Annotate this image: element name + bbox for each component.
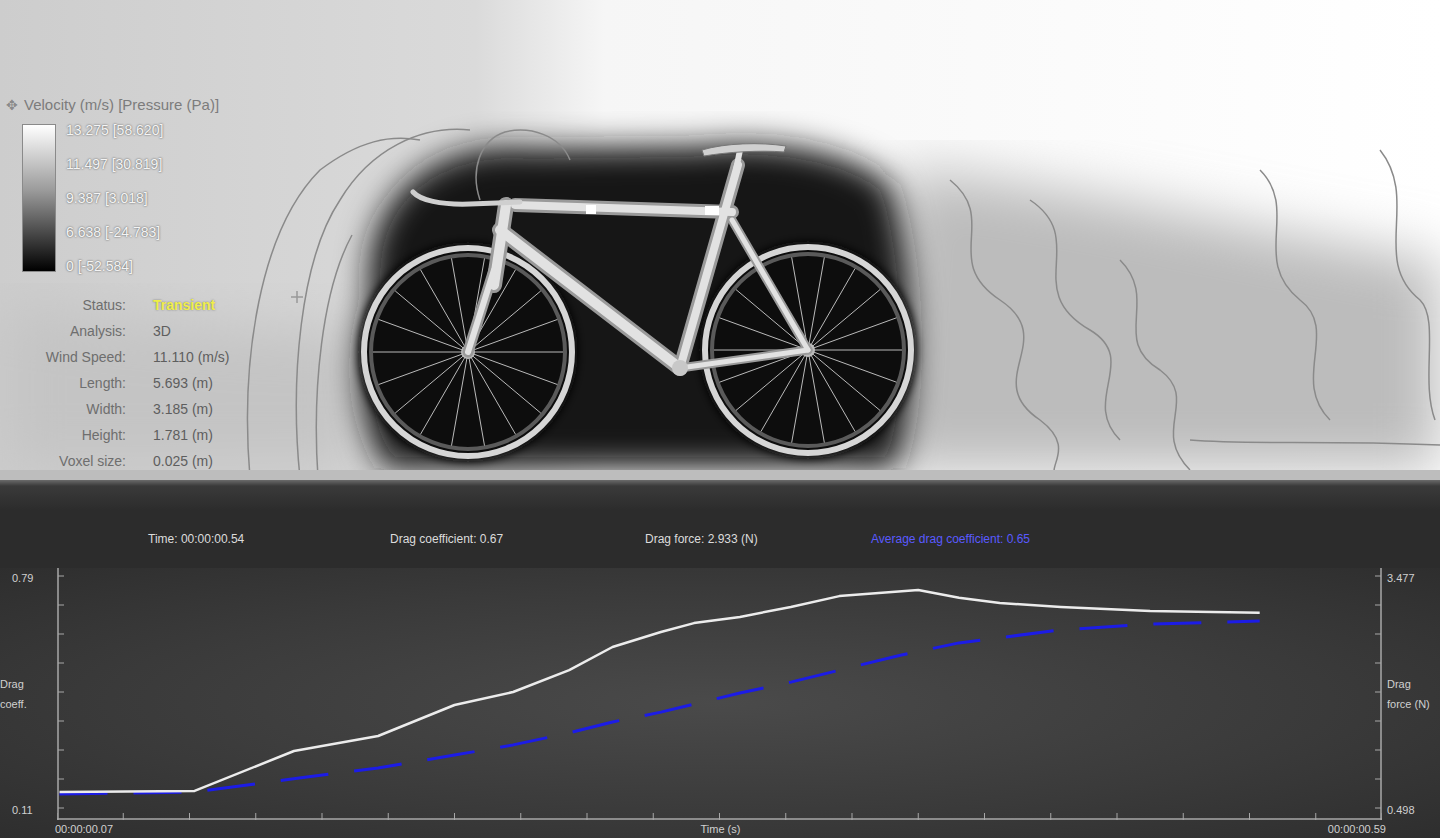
legend-title: Velocity (m/s) [Pressure (Pa)]: [24, 94, 219, 117]
info-row: Analysis:3D: [6, 318, 230, 344]
scale-label: 11.497 [30.819]: [66, 156, 163, 172]
drag-coefficient-line: [60, 590, 1260, 792]
x-axis: 00:00:00.07Time (s)00:00:00.59: [0, 820, 1440, 838]
stat-text: Drag coefficient: 0.67: [390, 530, 645, 548]
stats-bar: Time: 00:00:00.54Drag coefficient: 0.67D…: [0, 510, 1440, 568]
color-scale-bar: [22, 124, 56, 272]
info-row: Width:3.185 (m): [6, 396, 230, 422]
stat-text: Drag force: 2.933 (N): [645, 530, 871, 548]
average-drag-line: [60, 621, 1260, 794]
chart-panel: 0.79Drag coeff.0.11 3.477Drag force (N)0.…: [0, 568, 1440, 838]
app-window: ✥ Velocity (m/s) [Pressure (Pa)] 13.275 [5…: [0, 0, 1440, 838]
scale-label: 6.638 [-24.783]: [66, 224, 163, 240]
info-row: Height:1.781 (m): [6, 422, 230, 448]
info-row: Status:Transient: [6, 292, 230, 318]
viewport[interactable]: ✥ Velocity (m/s) [Pressure (Pa)] 13.275 [5…: [0, 0, 1440, 480]
stat-text: Time: 00:00:00.54: [148, 530, 390, 548]
legend-panel: ✥ Velocity (m/s) [Pressure (Pa)] 13.275 [5…: [6, 94, 230, 474]
info-row: Voxel size:0.025 (m): [6, 448, 230, 474]
info-row: Length:5.693 (m): [6, 370, 230, 396]
probe-marker-icon[interactable]: [291, 291, 303, 303]
left-axis: 0.79Drag coeff.0.11: [0, 568, 57, 820]
scale-label: 9.387 [3.018]: [66, 190, 163, 206]
bicycle-icon: [364, 144, 911, 456]
drag-chart: [57, 568, 1382, 820]
divider: [0, 480, 1440, 510]
scale-label: 0 [-52.584]: [66, 258, 163, 274]
move-icon[interactable]: ✥: [6, 98, 18, 112]
info-row: Wind Speed:11.110 (m/s): [6, 344, 230, 370]
flow-field: [0, 0, 1440, 480]
scale-label: 13.275 [58.620]: [66, 122, 163, 138]
stat-text: Average drag coefficient: 0.65: [871, 530, 1030, 548]
right-axis: 3.477Drag force (N)0.498: [1382, 568, 1440, 820]
